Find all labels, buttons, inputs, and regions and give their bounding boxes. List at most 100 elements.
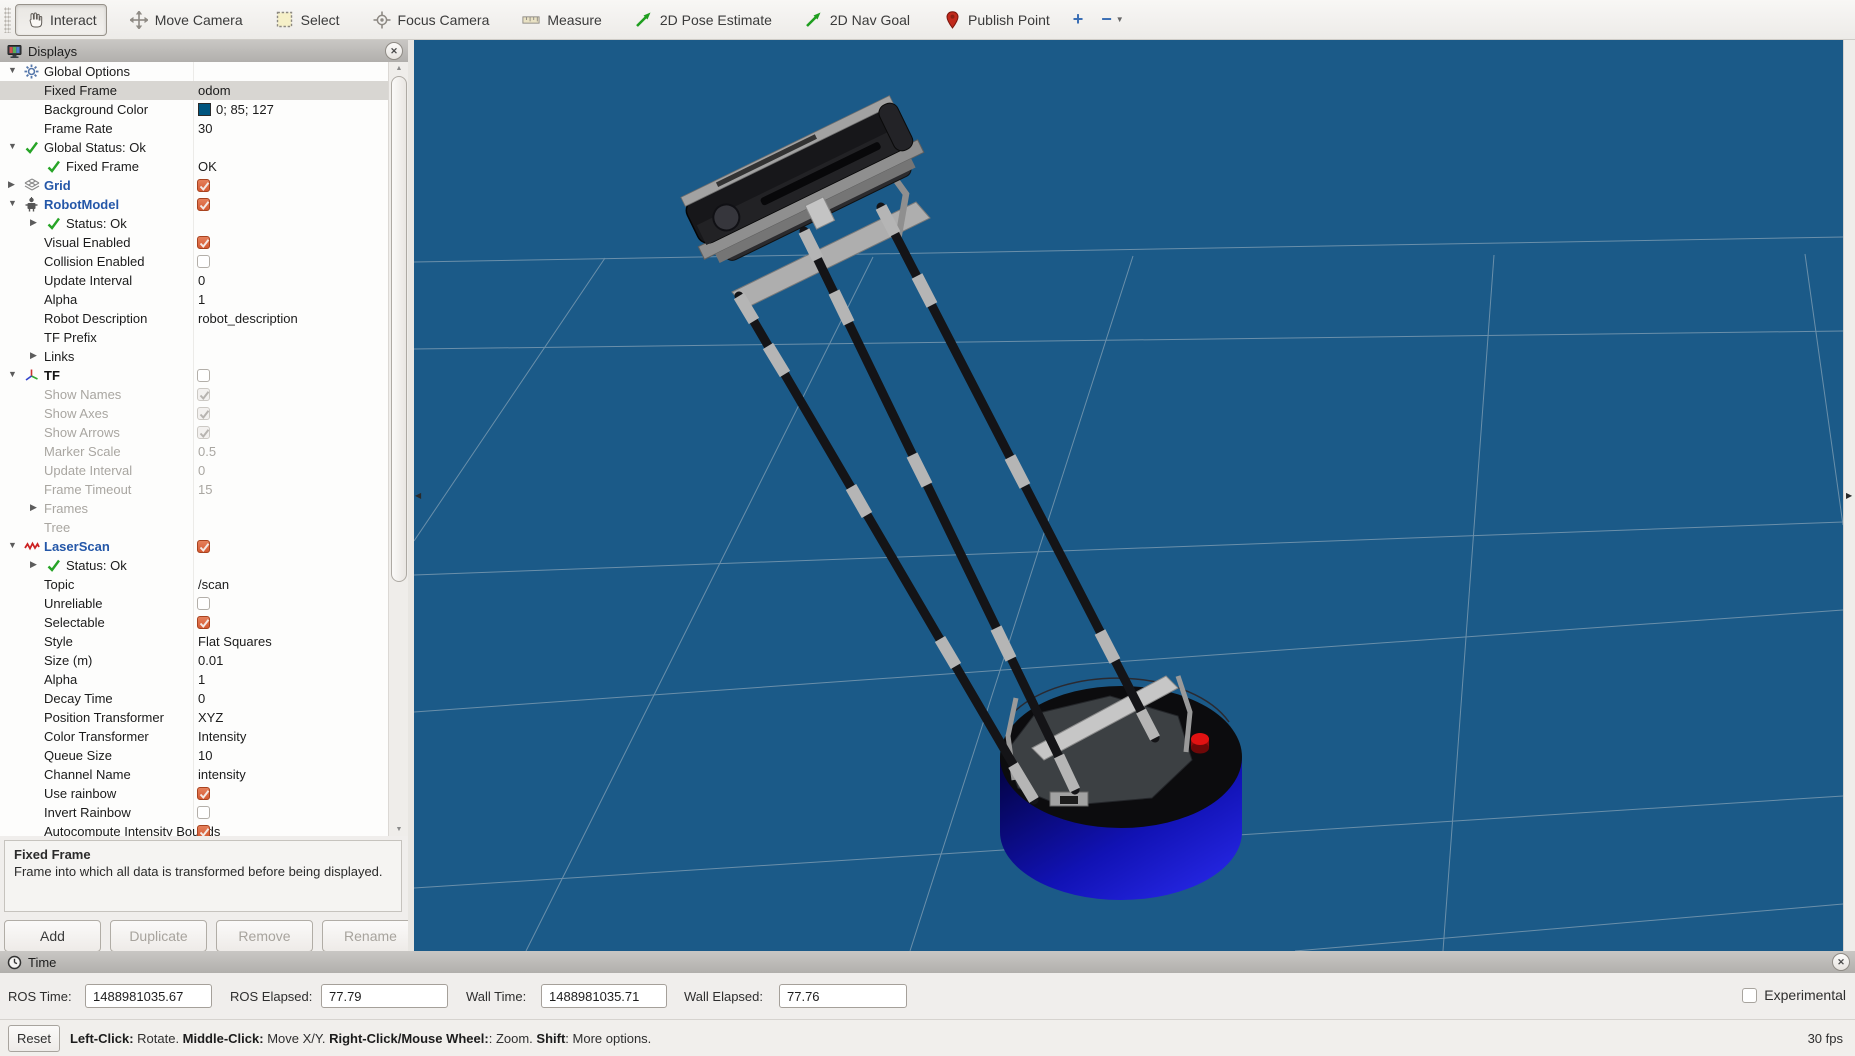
reset-button[interactable]: Reset: [8, 1024, 60, 1052]
tree-row[interactable]: ▼ Global Options: [0, 62, 388, 81]
property-value[interactable]: 0: [198, 463, 205, 478]
tree-row[interactable]: ▶ Grid: [0, 176, 388, 195]
right-dock-strip[interactable]: ▶: [1843, 40, 1855, 951]
collapse-right-icon[interactable]: ▶: [1846, 492, 1852, 500]
tool-select[interactable]: Select: [266, 4, 350, 36]
tree-row[interactable]: Unreliable: [0, 594, 388, 613]
property-value[interactable]: 0: [198, 273, 205, 288]
property-value[interactable]: 0; 85; 127: [198, 102, 274, 117]
property-value[interactable]: intensity: [198, 767, 246, 782]
property-checkbox[interactable]: [197, 597, 210, 610]
tree-row[interactable]: Style Flat Squares: [0, 632, 388, 651]
property-value[interactable]: odom: [198, 83, 231, 98]
add-button[interactable]: Add: [4, 920, 101, 952]
property-value[interactable]: 0.5: [198, 444, 216, 459]
property-checkbox[interactable]: [197, 825, 210, 836]
collapse-left-icon[interactable]: ◀: [415, 492, 421, 500]
remove-tool-button[interactable]: − ▼: [1101, 9, 1123, 30]
property-value[interactable]: robot_description: [198, 311, 298, 326]
tool-move-camera[interactable]: Move Camera: [120, 4, 253, 36]
tree-row[interactable]: Visual Enabled: [0, 233, 388, 252]
tree-row[interactable]: Collision Enabled: [0, 252, 388, 271]
tree-row[interactable]: Use rainbow: [0, 784, 388, 803]
wall-time-input[interactable]: 1488981035.71: [541, 984, 667, 1008]
tree-row[interactable]: Queue Size 10: [0, 746, 388, 765]
tree-row[interactable]: ▼ TF: [0, 366, 388, 385]
tree-row[interactable]: Update Interval 0: [0, 461, 388, 480]
tool-interact[interactable]: Interact: [15, 3, 107, 36]
tree-row[interactable]: Update Interval 0: [0, 271, 388, 290]
displays-tree[interactable]: ▼ Global Options Fixed Frame odom Background…: [0, 62, 408, 836]
experimental-option[interactable]: Experimental: [1742, 987, 1846, 1003]
tree-row[interactable]: Topic/scan: [0, 575, 388, 594]
tree-row[interactable]: Selectable: [0, 613, 388, 632]
property-value[interactable]: OK: [198, 159, 217, 174]
property-value[interactable]: /scan: [198, 577, 229, 592]
expand-expander-icon[interactable]: ▶: [30, 503, 37, 512]
tool-nav-goal[interactable]: 2D Nav Goal: [795, 4, 920, 36]
close-icon[interactable]: ✕: [385, 42, 403, 60]
tree-row[interactable]: ▶ Links: [0, 347, 388, 366]
wall-elapsed-input[interactable]: 77.76: [779, 984, 907, 1008]
scrollbar-thumb[interactable]: [391, 76, 407, 582]
tree-row[interactable]: Size (m) 0.01: [0, 651, 388, 670]
tree-row[interactable]: Position Transformer XYZ: [0, 708, 388, 727]
tree-row[interactable]: Autocompute Intensity Bounds: [0, 822, 388, 836]
tree-row[interactable]: Show Axes: [0, 404, 388, 423]
collapse-expander-icon[interactable]: ▼: [8, 541, 17, 550]
toolbar-drag-handle[interactable]: [4, 6, 11, 33]
tree-row[interactable]: Channel Name intensity: [0, 765, 388, 784]
tree-row[interactable]: Background Color 0; 85; 127: [0, 100, 388, 119]
tool-pose-estimate[interactable]: 2D Pose Estimate: [625, 4, 782, 36]
tree-row[interactable]: Alpha 1: [0, 670, 388, 689]
tree-row[interactable]: Show Names: [0, 385, 388, 404]
tree-row[interactable]: Invert Rainbow: [0, 803, 388, 822]
tree-row[interactable]: Frame Timeout 15: [0, 480, 388, 499]
ros-time-input[interactable]: 1488981035.67: [85, 984, 212, 1008]
property-value[interactable]: 0.01: [198, 653, 223, 668]
property-checkbox[interactable]: [197, 540, 210, 553]
tool-focus-camera[interactable]: Focus Camera: [363, 4, 500, 36]
tree-row[interactable]: Decay Time 0: [0, 689, 388, 708]
property-checkbox[interactable]: [197, 369, 210, 382]
tree-row[interactable]: Marker Scale 0.5: [0, 442, 388, 461]
tree-row[interactable]: Frame Rate 30: [0, 119, 388, 138]
property-checkbox[interactable]: [197, 616, 210, 629]
property-value[interactable]: Flat Squares: [198, 634, 272, 649]
tree-row[interactable]: Color Transformer Intensity: [0, 727, 388, 746]
add-tool-button[interactable]: +: [1073, 9, 1084, 30]
expand-expander-icon[interactable]: ▶: [30, 560, 37, 569]
tree-row[interactable]: ▼ Global Status: Ok: [0, 138, 388, 157]
tree-row[interactable]: Alpha 1: [0, 290, 388, 309]
collapse-expander-icon[interactable]: ▼: [8, 199, 17, 208]
property-value[interactable]: 10: [198, 748, 212, 763]
experimental-checkbox[interactable]: [1742, 987, 1758, 1003]
expand-expander-icon[interactable]: ▶: [30, 351, 37, 360]
tool-publish-point[interactable]: Publish Point: [933, 4, 1060, 36]
tree-row[interactable]: ▼ LaserScan: [0, 537, 388, 556]
property-checkbox[interactable]: [197, 236, 210, 249]
tree-row[interactable]: Tree: [0, 518, 388, 537]
property-checkbox[interactable]: [197, 255, 210, 268]
property-checkbox[interactable]: [197, 806, 210, 819]
property-value[interactable]: 15: [198, 482, 212, 497]
collapse-expander-icon[interactable]: ▼: [8, 370, 17, 379]
property-value[interactable]: 1: [198, 672, 205, 687]
property-value[interactable]: 30: [198, 121, 212, 136]
scroll-down-icon[interactable]: ▼: [389, 826, 409, 833]
property-value[interactable]: 1: [198, 292, 205, 307]
tool-measure[interactable]: Measure: [512, 4, 611, 36]
tree-row[interactable]: Fixed Frame OK: [0, 157, 388, 176]
collapse-expander-icon[interactable]: ▼: [8, 142, 17, 151]
ros-elapsed-input[interactable]: 77.79: [321, 984, 448, 1008]
tree-row[interactable]: ▶ Status: Ok: [0, 556, 388, 575]
tree-row[interactable]: Show Arrows: [0, 423, 388, 442]
chevron-down-icon[interactable]: ▼: [1116, 15, 1124, 24]
property-checkbox[interactable]: [197, 198, 210, 211]
collapse-expander-icon[interactable]: ▼: [8, 66, 17, 75]
scroll-up-icon[interactable]: ▲: [389, 65, 409, 72]
tree-scrollbar[interactable]: ▲ ▼: [388, 62, 408, 836]
property-value[interactable]: Intensity: [198, 729, 246, 744]
property-checkbox[interactable]: [197, 179, 210, 192]
3d-viewport[interactable]: ◀: [413, 40, 1844, 952]
